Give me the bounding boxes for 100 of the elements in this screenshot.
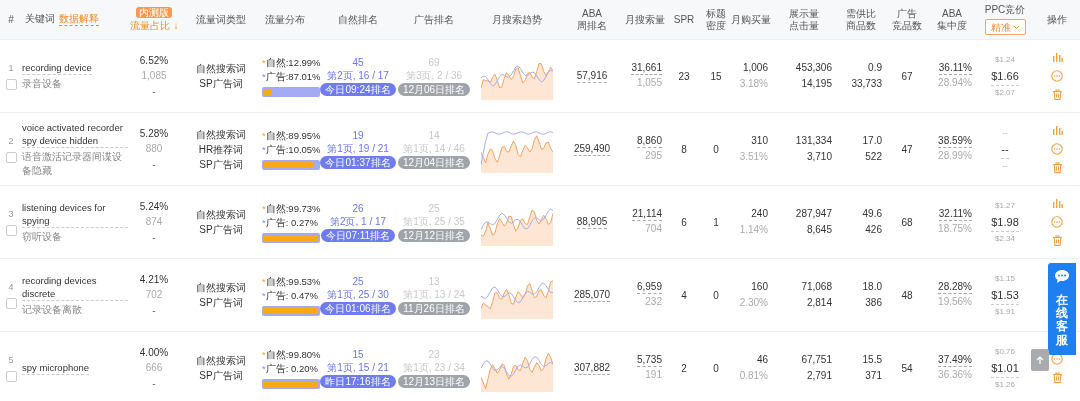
title-density: 15 — [710, 69, 722, 84]
title-density: 0 — [713, 361, 719, 376]
distribution-percent: 99.80% — [288, 347, 321, 362]
more-icon[interactable] — [1051, 143, 1063, 155]
trash-icon[interactable] — [1051, 162, 1063, 173]
rank-position: 第1页, 15 / 21 — [327, 361, 389, 375]
aba-concentration-sub: 28.99% — [938, 149, 972, 163]
trash-icon[interactable] — [1051, 235, 1063, 246]
traffic-type: 自然搜索词 — [196, 208, 246, 222]
traffic-count: 1,085 — [141, 68, 167, 83]
aba-concentration-sub: 28.94% — [938, 76, 972, 90]
keyword-link[interactable]: recording device — [22, 61, 92, 75]
column-header: 关键词 — [25, 13, 55, 25]
spr-value: 4 — [681, 288, 687, 303]
column-header: 月购买量 — [731, 13, 771, 26]
keyword-link[interactable]: spy microphone — [22, 361, 90, 375]
impressions: 71,068 — [801, 280, 832, 294]
more-icon[interactable] — [1051, 70, 1063, 82]
column-header: 广告排名 — [414, 13, 454, 26]
ppc-bid: $1.24 — [995, 53, 1015, 66]
rank-number: 25 — [352, 275, 364, 288]
column-header: 月搜索趋势 — [492, 13, 542, 26]
distribution-label: *自然: — [262, 347, 289, 362]
spr-value: 23 — [678, 69, 690, 84]
traffic-extra: - — [152, 230, 156, 245]
rank-position: 第1页, 19 / 21 — [327, 142, 389, 156]
aba-concentration: 28.28% — [938, 280, 972, 294]
aba-rank: 57,916 — [576, 69, 608, 83]
column-header: ABA 集中度 — [937, 7, 967, 32]
ad-competitor-count: 48 — [901, 288, 913, 303]
traffic-share: 5.24% — [139, 199, 169, 214]
row-number: 5 — [8, 353, 14, 367]
ad-competitor-count: 68 — [901, 215, 913, 230]
row-number: 3 — [8, 207, 14, 221]
distribution-percent: 89.95% — [288, 128, 321, 143]
back-to-top-button[interactable] — [1031, 349, 1049, 371]
search-volume: 21,114 — [632, 207, 662, 221]
ppc-bid: $2.07 — [995, 86, 1015, 99]
bar-chart-icon[interactable] — [1051, 52, 1063, 63]
clicks: 2,791 — [806, 369, 832, 383]
traffic-extra: - — [152, 157, 156, 172]
impressions: 67,751 — [801, 353, 832, 367]
monthly-purchases: 160 — [751, 280, 768, 294]
traffic-share: 5.28% — [139, 126, 169, 141]
spr-value: 6 — [681, 215, 687, 230]
aba-concentration: 32.11% — [938, 207, 972, 221]
product-count: 33,733 — [851, 77, 882, 91]
monthly-purchases: 46 — [756, 353, 768, 367]
rank-number: 19 — [352, 129, 364, 142]
distribution-label: *广告: — [262, 361, 289, 376]
supply-ratio: 17.0 — [862, 134, 882, 148]
traffic-extra: - — [152, 303, 156, 318]
title-density: 0 — [713, 288, 719, 303]
monthly-purchases: 310 — [751, 134, 768, 148]
traffic-share: 4.00% — [139, 345, 169, 360]
more-icon[interactable] — [1051, 353, 1063, 365]
product-count: 386 — [865, 296, 882, 310]
traffic-extra: - — [152, 376, 156, 391]
clicks: 2,814 — [806, 296, 832, 310]
search-volume-sub: 232 — [645, 295, 662, 309]
traffic-extra: - — [152, 84, 156, 99]
product-count: 522 — [865, 150, 882, 164]
trash-icon[interactable] — [1051, 89, 1063, 100]
row-checkbox[interactable] — [5, 79, 17, 91]
distribution-percent: 99.73% — [288, 201, 321, 216]
keyword-translation: 录音设备 — [22, 77, 62, 91]
rank-position: 第2页, 16 / 17 — [327, 69, 389, 83]
spr-value: 2 — [681, 361, 687, 376]
product-count: 426 — [865, 223, 882, 237]
aba-rank: 259,490 — [573, 142, 611, 156]
keyword-link[interactable]: voice activated recorder spy device hidden — [22, 120, 128, 148]
row-checkbox[interactable] — [5, 225, 17, 237]
online-service-button[interactable]: 在线客服 — [1048, 263, 1076, 355]
distribution-label: *自然: — [262, 128, 289, 143]
bar-chart-icon[interactable] — [1051, 125, 1063, 136]
trash-icon[interactable] — [1051, 372, 1063, 383]
column-header: PPC竞价 — [984, 4, 1026, 16]
distribution-label: *广告: — [262, 288, 289, 303]
traffic-type: HR推荐词 — [198, 142, 244, 157]
keyword-link[interactable]: listening devices for spying — [22, 200, 128, 228]
row-checkbox[interactable] — [5, 298, 17, 310]
keyword-translation: 窃听设备 — [22, 229, 62, 244]
rank-time-badge: 昨日17:16排名 — [320, 375, 396, 388]
rank-time-badge: 11月26日排名 — [398, 302, 470, 315]
distribution-percent: 0.47% — [291, 288, 318, 303]
more-icon[interactable] — [1051, 216, 1063, 228]
bar-chart-icon[interactable] — [1051, 198, 1063, 209]
row-checkbox[interactable] — [5, 371, 17, 383]
clicks: 14,195 — [801, 77, 832, 91]
row-checkbox[interactable] — [5, 152, 17, 164]
ad-competitor-count: 54 — [901, 361, 913, 376]
keyword-link[interactable]: recording devices discrete — [22, 273, 128, 301]
rank-time-badge: 今日01:06排名 — [320, 302, 396, 315]
search-volume-sub: 704 — [645, 222, 662, 236]
column-header: 流量分布 — [265, 13, 305, 26]
beta-badge: 内测版 — [136, 6, 172, 18]
traffic-count: 880 — [145, 141, 163, 156]
ppc-bid: $1.01 — [991, 358, 1019, 378]
supply-ratio: 15.5 — [862, 353, 882, 367]
ppc-bid: -- — [1002, 159, 1008, 172]
